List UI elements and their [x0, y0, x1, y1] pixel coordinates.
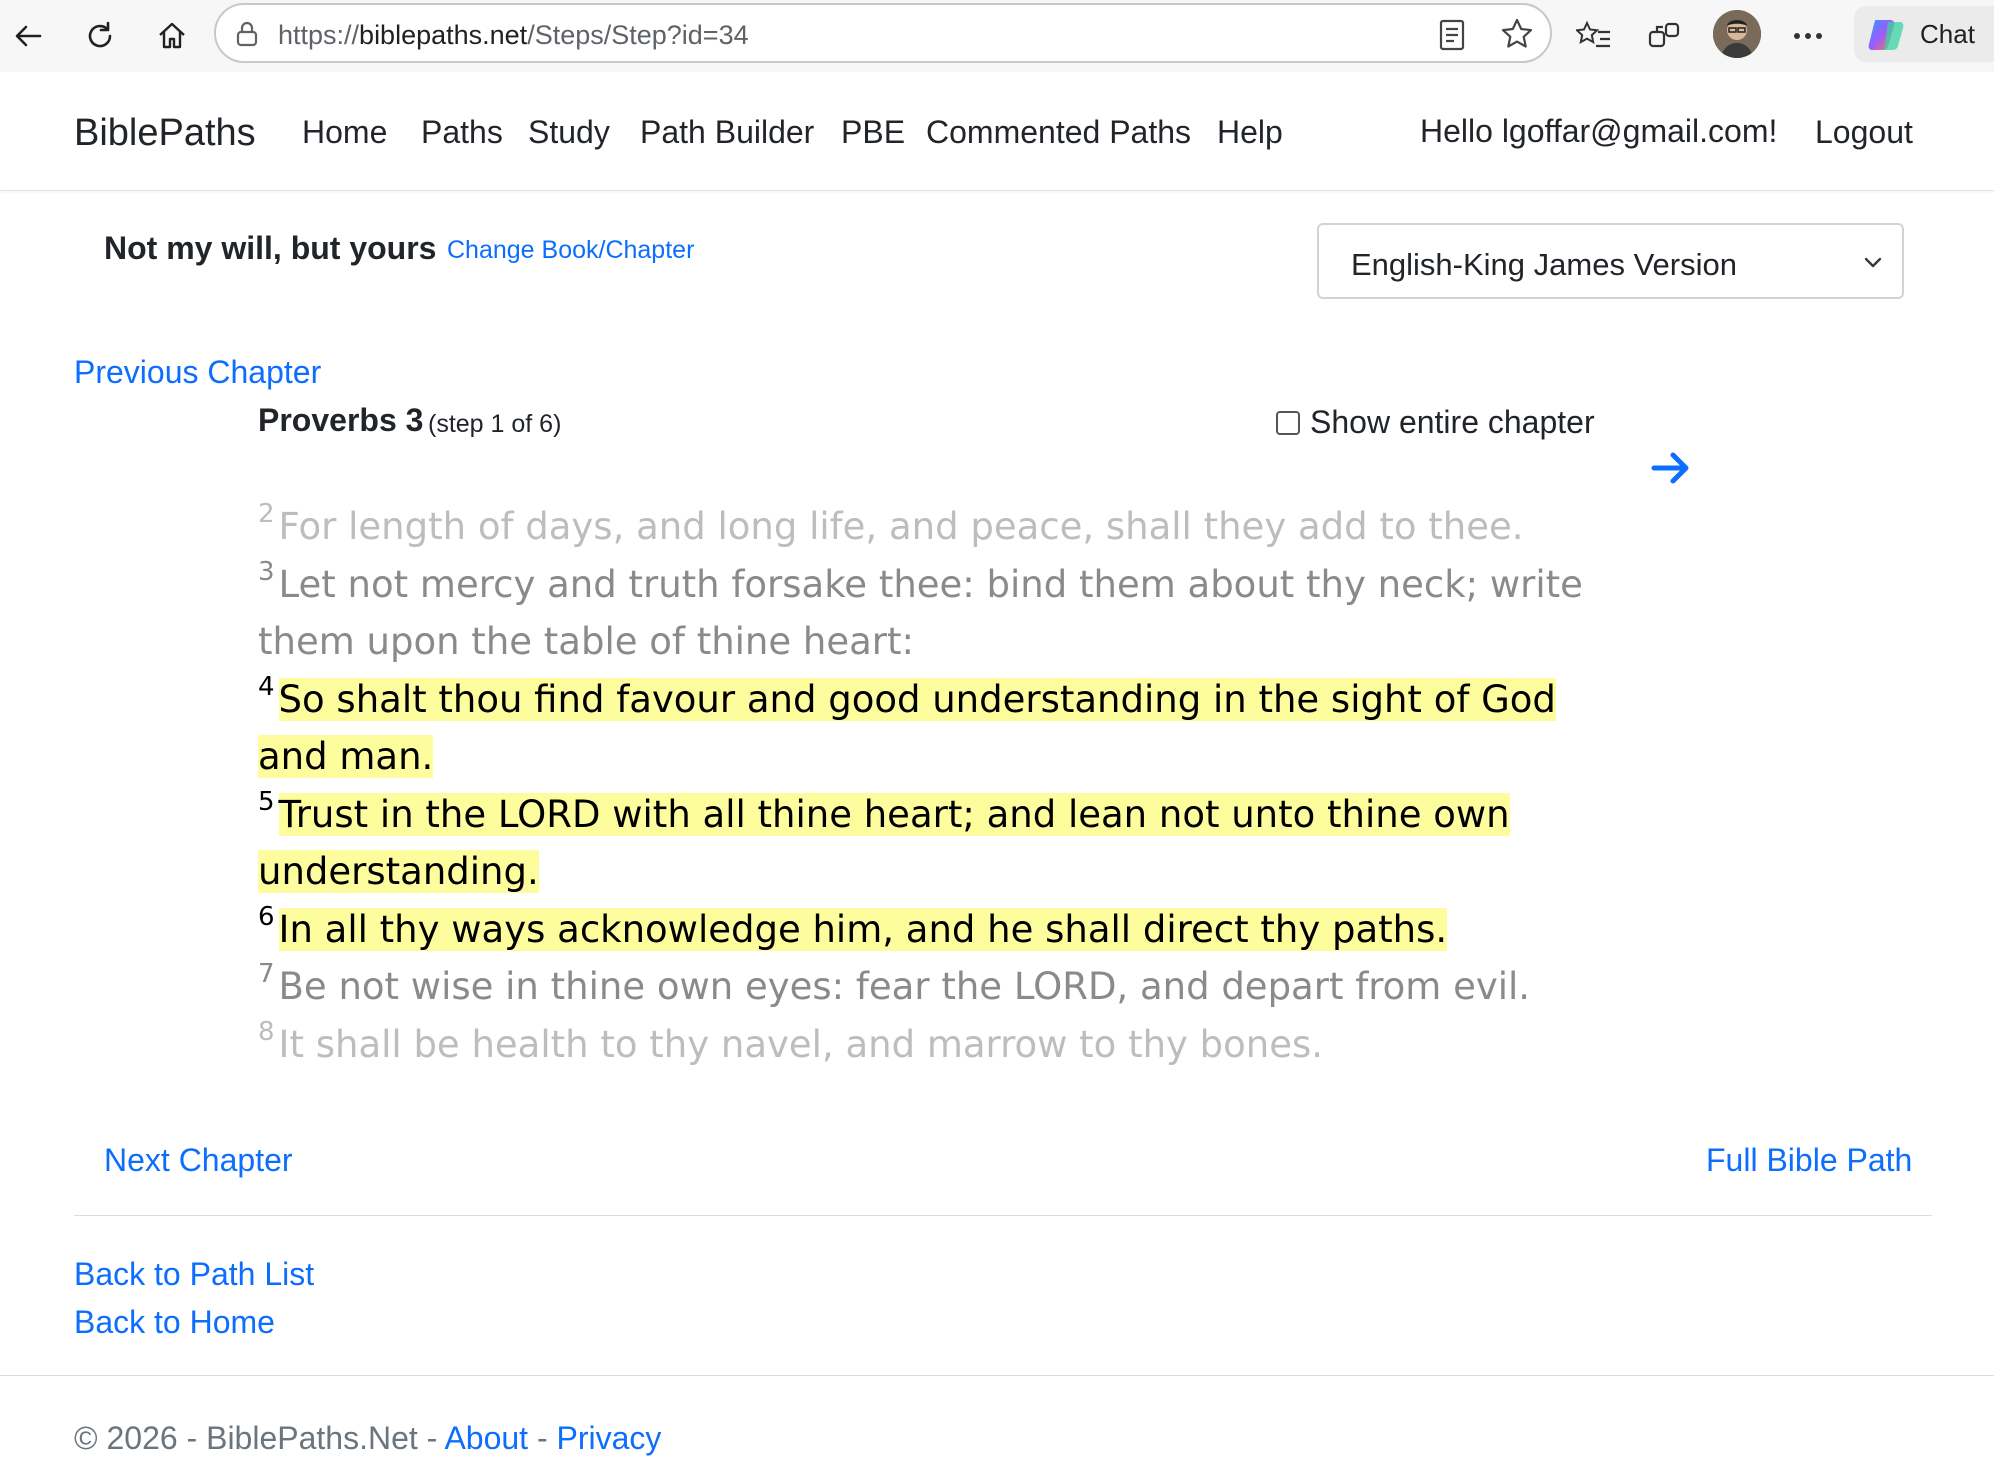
refresh-icon[interactable] [78, 14, 122, 58]
verse-number: 8 [258, 1016, 275, 1047]
verse-8: 8 It shall be health to thy navel, and ma… [258, 1016, 1598, 1074]
nav-commented-paths[interactable]: Commented Paths [926, 114, 1191, 151]
profile-avatar[interactable] [1713, 10, 1761, 58]
verse-text: It shall be health to thy navel, and mar… [278, 1022, 1324, 1066]
change-book-chapter-link[interactable]: Change Book/Chapter [447, 236, 694, 265]
extensions-icon[interactable] [1642, 14, 1686, 58]
verse-7: 7 Be not wise in thine own eyes: fear the… [258, 958, 1598, 1016]
site-navbar: BiblePaths Home Paths Study Path Builder… [0, 72, 1994, 191]
nav-path-builder[interactable]: Path Builder [640, 114, 814, 151]
nav-home[interactable]: Home [302, 114, 387, 151]
show-entire-chapter-toggle[interactable]: Show entire chapter [1276, 404, 1595, 441]
step-title: Not my will, but yours [104, 230, 437, 266]
next-chapter-link[interactable]: Next Chapter [104, 1142, 293, 1179]
verse-number: 4 [258, 671, 275, 702]
verse-text: For length of days, and long life, and p… [278, 505, 1524, 548]
about-link[interactable]: About [444, 1420, 528, 1456]
logout-link[interactable]: Logout [1815, 114, 1913, 151]
copyright-text: © 2026 - BiblePaths.Net - [74, 1420, 445, 1456]
content-divider [74, 1215, 1932, 1216]
verse-text: Be not wise in thine own eyes: fear the … [278, 965, 1531, 1008]
copilot-chat-button[interactable]: Chat [1854, 6, 1994, 62]
verse-3: 3 Let not mercy and truth forsake thee: b… [258, 556, 1598, 671]
verse-text: In all thy ways acknowledge him, and he … [278, 907, 1448, 951]
verse-text: So shalt thou find favour and good under… [258, 677, 1556, 778]
reader-view-icon[interactable] [1438, 19, 1466, 56]
privacy-link[interactable]: Privacy [557, 1420, 662, 1456]
bible-version-select[interactable]: English-King James Version [1317, 223, 1904, 299]
favorite-star-icon[interactable] [1500, 17, 1534, 56]
verse-text: Let not mercy and truth forsake thee: bi… [258, 562, 1583, 664]
verse-5: 5 Trust in the LORD with all thine heart;… [258, 786, 1598, 901]
chevron-down-icon [1862, 251, 1884, 278]
selected-version: English-King James Version [1351, 247, 1737, 282]
verse-number: 7 [258, 959, 275, 989]
footer-separator: - [528, 1420, 557, 1456]
show-entire-chapter-checkbox[interactable] [1276, 410, 1300, 435]
footer: © 2026 - BiblePaths.Net - About - Privac… [74, 1420, 661, 1457]
verse-text: Trust in the LORD with all thine heart; … [258, 792, 1510, 893]
favorites-list-icon[interactable] [1572, 14, 1616, 58]
verse-list: 2 For length of days, and long life, and … [258, 498, 1598, 1073]
nav-paths[interactable]: Paths [421, 114, 503, 151]
step-count: (step 1 of 6) [428, 410, 562, 438]
verse-number: 2 [258, 499, 275, 529]
footer-divider [0, 1375, 1994, 1376]
url-text: https://biblepaths.net/Steps/Step?id=34 [278, 20, 749, 50]
verse-number: 3 [258, 556, 275, 587]
next-step-arrow-icon[interactable] [1648, 445, 1694, 491]
verse-6: 6 In all thy ways acknowledge him, and he… [258, 901, 1598, 959]
verse-number: 5 [258, 786, 275, 817]
nav-pbe[interactable]: PBE [841, 114, 905, 151]
verse-number: 6 [258, 901, 275, 932]
verse-4: 4 So shalt thou find favour and good unde… [258, 671, 1598, 786]
back-to-path-list-link[interactable]: Back to Path List [74, 1256, 314, 1293]
site-info-icon[interactable] [234, 20, 260, 53]
address-bar[interactable]: https://biblepaths.net/Steps/Step?id=34 [214, 3, 1552, 63]
nav-study[interactable]: Study [528, 114, 610, 151]
browser-toolbar: https://biblepaths.net/Steps/Step?id=34 … [0, 0, 1994, 73]
brand-link[interactable]: BiblePaths [74, 112, 256, 155]
chat-label: Chat [1920, 19, 1975, 49]
back-arrow-icon[interactable] [6, 14, 50, 58]
show-entire-chapter-label: Show entire chapter [1310, 404, 1595, 440]
copilot-icon [1866, 14, 1908, 61]
previous-chapter-link[interactable]: Previous Chapter [74, 354, 321, 391]
chapter-heading: Proverbs 3 [258, 402, 424, 438]
more-icon[interactable] [1786, 14, 1830, 58]
user-greeting: Hello lgoffar@gmail.com! [1420, 113, 1778, 149]
verse-2: 2 For length of days, and long life, and … [258, 498, 1598, 556]
home-icon[interactable] [150, 14, 194, 58]
full-bible-path-link[interactable]: Full Bible Path [1706, 1142, 1912, 1179]
back-to-home-link[interactable]: Back to Home [74, 1304, 275, 1341]
nav-help[interactable]: Help [1217, 114, 1283, 151]
